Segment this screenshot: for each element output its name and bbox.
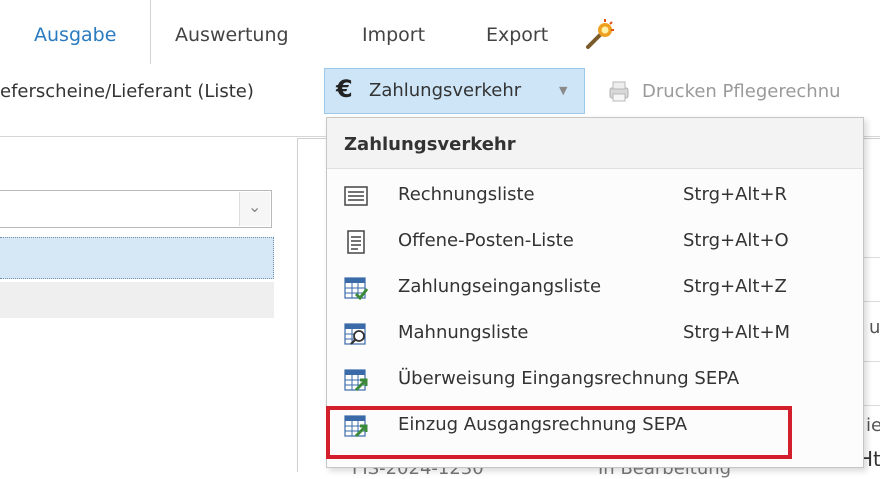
chevron-down-icon: ⌄ [248, 197, 262, 216]
table-transfer-icon [344, 369, 368, 392]
menu-item-label: Mahnungsliste [398, 322, 529, 343]
menu-item-zahlungseingangsliste[interactable]: Zahlungseingangsliste Strg+Alt+Z [327, 265, 863, 311]
menu-header-label: Zahlungsverkehr [344, 134, 516, 155]
document-list-icon [347, 230, 365, 254]
zahlungsverkehr-label: Zahlungsverkehr [369, 80, 522, 101]
selected-list-row[interactable] [0, 237, 274, 279]
table-search-icon [344, 323, 366, 345]
table-check-icon [344, 277, 368, 300]
chevron-down-icon: ▼ [559, 84, 568, 97]
lieferscheine-lieferant-button[interactable]: eferscheine/Lieferant (Liste) [0, 81, 254, 102]
menu-header: Zahlungsverkehr [327, 118, 863, 169]
tab-ausgabe[interactable]: Ausgabe [34, 24, 116, 46]
list-row[interactable] [0, 282, 274, 318]
tab-import[interactable]: Import [362, 24, 425, 46]
zahlungsverkehr-button[interactable]: € Zahlungsverkehr ▼ [324, 68, 585, 114]
ribbon-tabs: Ausgabe Auswertung Import Export [0, 0, 880, 64]
magic-wand-icon[interactable] [583, 18, 617, 52]
grid-cell-text: ie [866, 415, 880, 436]
filter-combobox[interactable]: ⌄ [0, 190, 272, 228]
print-care-invoice-icon [609, 81, 629, 102]
menu-item-rechnungsliste[interactable]: Rechnungsliste Strg+Alt+R [327, 173, 863, 219]
combo-dropdown-button[interactable]: ⌄ [239, 192, 270, 226]
tab-auswertung[interactable]: Auswertung [175, 24, 289, 46]
menu-item-label: Zahlungseingangsliste [398, 276, 602, 297]
menu-item-ueberweisung-eingangsrechnung-sepa[interactable]: Überweisung Eingangsrechnung SEPA [327, 357, 863, 403]
menu-item-mahnungsliste[interactable]: Mahnungsliste Strg+Alt+M [327, 311, 863, 357]
grid-cell-text: u [869, 317, 880, 338]
euro-icon: € [336, 75, 353, 103]
menu-item-shortcut: Strg+Alt+R [683, 184, 788, 205]
menu-item-shortcut: Strg+Alt+M [683, 322, 791, 343]
menu-item-label: Offene-Posten-Liste [398, 230, 574, 251]
menu-item-offene-posten-liste[interactable]: Offene-Posten-Liste Strg+Alt+O [327, 219, 863, 265]
tab-export[interactable]: Export [486, 24, 548, 46]
list-lines-icon [344, 186, 368, 206]
menu-item-label: Überweisung Eingangsrechnung SEPA [398, 368, 740, 389]
menu-item-shortcut: Strg+Alt+Z [683, 276, 787, 297]
drucken-pflegerechnung-button[interactable]: Drucken Pflegerechnu [642, 81, 841, 102]
highlight-annotation [326, 406, 792, 459]
menu-item-label: Rechnungsliste [398, 184, 535, 205]
menu-item-shortcut: Strg+Alt+O [683, 230, 789, 251]
